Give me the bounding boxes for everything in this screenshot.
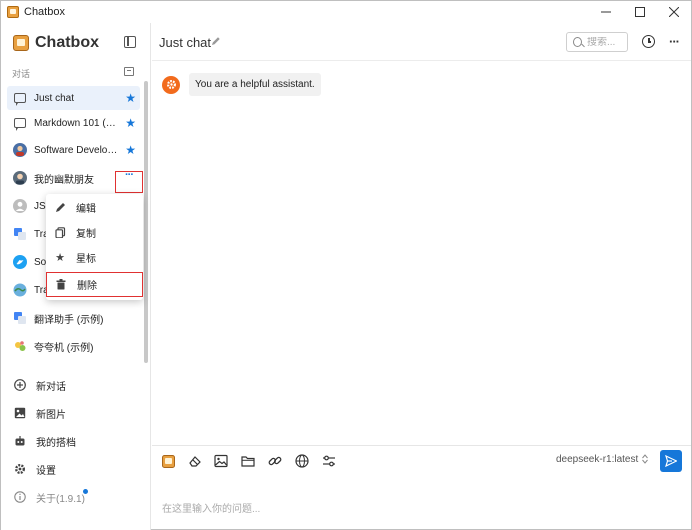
minimize-icon <box>601 11 611 13</box>
new-chat-button[interactable]: 新对话 <box>9 374 139 396</box>
model-selector[interactable]: deepseek-r1:latest <box>556 454 649 465</box>
main-panel: Just chat ··· You are a helpful assistan… <box>152 23 691 530</box>
new-image-button[interactable]: 新图片 <box>9 402 139 424</box>
bot-icon <box>13 435 26 448</box>
context-menu: 编辑 复制 ★ 星标 删除 <box>46 194 143 300</box>
translator-avatar-icon <box>13 227 27 241</box>
main-header: Just chat ··· <box>152 23 691 61</box>
message-input[interactable]: 在这里输入你的问题... <box>162 500 260 515</box>
praise-avatar-icon <box>13 339 27 353</box>
star-icon[interactable]: ★ <box>125 91 136 105</box>
collapse-sidebar-icon[interactable] <box>124 36 136 48</box>
app-window: Chatbox Chatbox 对话 Just chat ★ Markdown … <box>0 0 692 530</box>
menu-item-label: 复制 <box>76 229 96 240</box>
maximize-button[interactable] <box>623 1 657 23</box>
chat-item-label: 我的幽默朋友 <box>34 174 94 186</box>
image-icon <box>13 407 26 420</box>
sidebar-scrollbar[interactable] <box>144 81 148 363</box>
chat-item-label: 翻译助手 (示例) <box>34 314 104 326</box>
settings-sliders-icon[interactable] <box>322 454 336 468</box>
edit-title-icon[interactable] <box>211 36 221 49</box>
about-button[interactable]: 关于(1.9.1) <box>9 486 139 508</box>
twitter-avatar-icon <box>13 255 27 269</box>
chat-item-label: Just chat <box>34 92 75 104</box>
link-icon[interactable] <box>268 454 282 468</box>
chatbox-logo-icon <box>13 35 29 51</box>
copy-icon <box>54 227 66 239</box>
app-icon <box>7 6 19 18</box>
section-label: 对话 <box>12 69 31 79</box>
eraser-icon[interactable] <box>188 454 202 468</box>
chat-item-label: 夸夸机 (示例) <box>34 342 94 354</box>
menu-item-edit[interactable]: 编辑 <box>46 195 143 220</box>
plus-circle-icon <box>13 379 26 392</box>
chatbox-toolbar-icon[interactable] <box>161 454 175 468</box>
bottom-item-label: 新图片 <box>36 409 66 421</box>
brand: Chatbox <box>13 34 99 52</box>
search-box[interactable] <box>566 32 628 52</box>
sidebar: Chatbox 对话 Just chat ★ Markdown 101 (Exa… <box>1 23 151 530</box>
star-icon[interactable]: ★ <box>125 116 136 130</box>
chevron-up-down-icon <box>642 454 649 465</box>
brand-name: Chatbox <box>35 34 99 51</box>
chat-item-software-developer[interactable]: Software Developer (Example) ★ <box>7 138 140 162</box>
menu-item-label: 删除 <box>77 281 97 292</box>
chat-bubble-icon <box>13 91 27 106</box>
star-icon: ★ <box>55 252 65 264</box>
settings-button[interactable]: 设置 <box>9 458 139 480</box>
chat-item-label: Markdown 101 (Example) <box>34 117 122 129</box>
edit-icon <box>54 202 66 214</box>
message-row-system: You are a helpful assistant. <box>162 73 321 96</box>
model-name: deepseek-r1:latest <box>556 454 639 465</box>
bottom-item-label: 新对话 <box>36 381 66 393</box>
input-area: deepseek-r1:latest 在这里输入你的问题... <box>152 445 691 530</box>
archive-icon[interactable] <box>124 67 134 76</box>
image-upload-icon[interactable] <box>214 454 228 468</box>
minimize-button[interactable] <box>589 1 623 23</box>
send-icon <box>665 455 677 467</box>
chat-item-translate-helper[interactable]: 翻译助手 (示例) <box>7 306 140 330</box>
update-notification-dot <box>83 489 88 494</box>
chat-bubble-icon <box>13 116 27 131</box>
system-gear-avatar-icon <box>162 75 180 94</box>
menu-item-delete[interactable]: 删除 <box>46 272 143 297</box>
send-button[interactable] <box>660 450 682 472</box>
history-icon[interactable] <box>642 35 655 48</box>
chat-item-label: Software Developer (Example) <box>34 144 122 156</box>
chat-item-just-chat[interactable]: Just chat ★ <box>7 86 140 110</box>
window-controls <box>589 1 691 23</box>
bottom-item-label: 设置 <box>36 465 56 477</box>
maximize-icon <box>635 7 645 17</box>
close-button[interactable] <box>657 1 691 23</box>
folder-icon[interactable] <box>241 454 255 468</box>
bottom-item-label: 关于(1.9.1) <box>36 493 85 505</box>
star-icon[interactable]: ★ <box>125 143 136 157</box>
search-input[interactable] <box>587 36 627 48</box>
developer-avatar-icon <box>13 143 27 157</box>
info-icon <box>13 491 26 504</box>
bottom-item-label: 我的搭档 <box>36 437 76 449</box>
conversation-title: Just chat <box>159 35 212 50</box>
trash-icon <box>55 279 67 291</box>
menu-item-star[interactable]: ★ 星标 <box>46 245 143 270</box>
close-icon <box>669 7 679 17</box>
menu-item-copy[interactable]: 复制 <box>46 220 143 245</box>
window-title: Chatbox <box>24 6 65 18</box>
chat-item-praise[interactable]: 夸夸机 (示例) <box>7 334 140 358</box>
funny-friend-avatar-icon <box>13 171 27 185</box>
gear-icon <box>13 463 26 476</box>
globe-icon[interactable] <box>295 454 309 468</box>
chat-item-markdown[interactable]: Markdown 101 (Example) ★ <box>7 111 140 135</box>
translate-helper-avatar-icon <box>13 311 27 325</box>
user-avatar-icon <box>13 199 27 213</box>
system-message: You are a helpful assistant. <box>189 73 321 96</box>
title-bar: Chatbox <box>1 1 691 23</box>
search-icon <box>573 37 582 47</box>
menu-item-label: 编辑 <box>76 204 96 215</box>
menu-item-label: 星标 <box>76 254 96 265</box>
my-partners-button[interactable]: 我的搭档 <box>9 430 139 452</box>
more-button-highlight <box>115 171 143 193</box>
travel-avatar-icon <box>13 283 27 297</box>
more-options-icon[interactable]: ··· <box>669 34 680 49</box>
